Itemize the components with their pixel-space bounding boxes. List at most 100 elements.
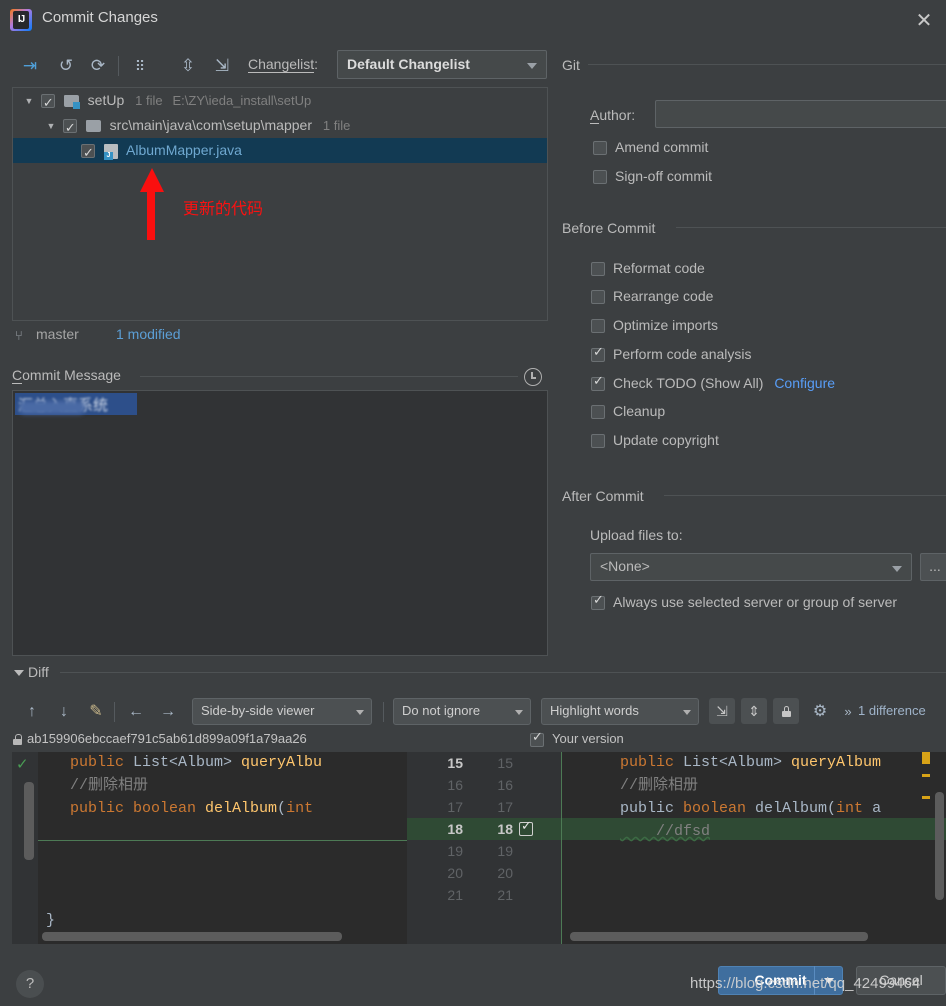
changelist-dropdown[interactable]: Default Changelist	[337, 50, 547, 79]
close-icon[interactable]: ✕	[910, 6, 938, 34]
browse-servers-button[interactable]: ...	[920, 553, 946, 581]
old-line-number: 18	[447, 821, 463, 837]
cleanup-checkbox[interactable]: Cleanup	[591, 403, 665, 425]
show-diff-icon[interactable]: ⇥	[16, 52, 44, 80]
checkbox-box[interactable]	[591, 434, 605, 449]
diff-line-number-gutter: 15 16 17 18 19 20 21 15 16 17 18 19 20 2…	[407, 752, 562, 944]
code-token: a	[872, 800, 882, 817]
checkbox-label: Cleanup	[613, 403, 666, 419]
more-options-icon[interactable]: »	[836, 700, 860, 724]
accept-right-icon[interactable]: →	[156, 700, 180, 724]
expand-twisty-icon[interactable]: ▼	[21, 89, 37, 114]
branch-label: master	[36, 326, 79, 342]
commit-message-input[interactable]: 汇总入直系统	[12, 390, 548, 656]
upload-server-dropdown[interactable]: <None>	[590, 553, 912, 581]
perform-code-analysis-checkbox[interactable]: Perform code analysis	[591, 344, 752, 368]
edit-source-icon[interactable]: ✎	[84, 700, 108, 724]
checkbox-box[interactable]	[591, 592, 605, 611]
code-token: public	[620, 754, 684, 771]
reformat-code-checkbox[interactable]: Reformat code	[591, 260, 705, 282]
revert-icon[interactable]: ↺	[52, 52, 80, 80]
checkbox-box[interactable]	[591, 344, 605, 363]
include-change-checkbox[interactable]: ✓	[519, 818, 533, 836]
update-copyright-checkbox[interactable]: Update copyright	[591, 432, 719, 454]
optimize-imports-checkbox[interactable]: Optimize imports	[591, 317, 718, 339]
always-use-server-checkbox[interactable]: Always use selected server or group of s…	[591, 592, 897, 616]
checkbox-box[interactable]	[530, 729, 544, 747]
code-token: int	[836, 800, 873, 817]
synchronize-scrolling-icon[interactable]: ⇕	[741, 698, 767, 724]
expand-all-icon[interactable]: ⇳	[174, 52, 202, 80]
table-row[interactable]: ▼ src\main\java\com\setup\mapper 1 file	[13, 113, 547, 140]
settings-gear-icon[interactable]: ⚙	[808, 700, 832, 724]
new-line-number: 18	[497, 821, 513, 837]
code-token: boolean	[683, 800, 756, 817]
watermark-label: https://blog.csdn.net/qq_42499464	[690, 975, 921, 992]
modified-count-label[interactable]: 1 modified	[116, 326, 181, 342]
history-clock-icon[interactable]	[524, 368, 542, 386]
configure-todo-link[interactable]: Configure	[774, 375, 835, 391]
intellij-idea-icon: IJ	[10, 9, 32, 31]
code-line: }	[46, 912, 56, 929]
checkbox-box[interactable]	[593, 141, 607, 156]
toolbar-separator	[118, 56, 119, 76]
checkbox-box[interactable]	[591, 373, 605, 392]
row-checkbox[interactable]	[40, 90, 55, 115]
next-difference-icon[interactable]: ↓	[52, 700, 76, 724]
diff-collapse-icon[interactable]	[14, 670, 24, 676]
code-token: int	[286, 800, 314, 817]
diff-pane-left[interactable]: ✓ public List<Album> queryAlbu //删除相册 pu…	[12, 752, 407, 944]
refresh-icon[interactable]: ⟳	[84, 52, 112, 80]
change-marker	[922, 752, 930, 764]
accepted-change-icon: ✓	[16, 756, 29, 773]
checkbox-box[interactable]	[593, 170, 607, 185]
changed-files-tree[interactable]: ▼ setUp 1 file E:\ZY\ieda_install\setUp …	[12, 87, 548, 321]
group-by-icon[interactable]: ⠿	[126, 52, 154, 80]
code-token: queryAlbum	[791, 754, 882, 771]
help-button[interactable]: ?	[16, 970, 44, 998]
section-divider	[588, 64, 946, 65]
commit-message-selection: 汇总入直系统	[15, 393, 137, 415]
check-todo-checkbox[interactable]: Check TODO (Show All) Configure	[591, 373, 835, 397]
checkbox-box[interactable]	[591, 319, 605, 334]
checkbox-box[interactable]	[591, 262, 605, 277]
previous-difference-icon[interactable]: ↑	[20, 700, 44, 724]
chevron-down-icon	[683, 710, 691, 715]
diff-section-title: Diff	[28, 664, 49, 680]
expand-twisty-icon[interactable]: ▼	[43, 114, 59, 139]
code-token: List<Album>	[133, 754, 242, 771]
accept-left-icon[interactable]: ←	[124, 700, 148, 724]
checkbox-box[interactable]	[591, 290, 605, 305]
old-line-number: 17	[447, 799, 463, 815]
read-only-lock-icon[interactable]	[773, 698, 799, 724]
file-tree-label: setUp	[87, 92, 125, 108]
highlight-mode-dropdown[interactable]: Highlight words	[541, 698, 699, 725]
table-row[interactable]: AlbumMapper.java	[13, 138, 547, 165]
vcs-status-row: ⑂ master 1 modified	[12, 325, 552, 347]
checkbox-box[interactable]	[591, 405, 605, 420]
horizontal-scrollbar[interactable]	[570, 932, 868, 941]
horizontal-scrollbar[interactable]	[42, 932, 342, 941]
toolbar-separator	[383, 702, 384, 722]
viewer-mode-dropdown[interactable]: Side-by-side viewer	[192, 698, 372, 725]
checkbox-label: Sign-off commit	[615, 168, 712, 184]
collapse-unchanged-icon[interactable]: ⇲	[709, 698, 735, 724]
upload-files-label: Upload files to:	[590, 527, 683, 543]
after-commit-section-title: After Commit	[562, 488, 644, 504]
row-checkbox[interactable]	[81, 140, 95, 165]
signoff-commit-checkbox[interactable]: Sign-off commit	[593, 168, 712, 190]
rearrange-code-checkbox[interactable]: Rearrange code	[591, 288, 713, 310]
ignore-mode-dropdown[interactable]: Do not ignore	[393, 698, 531, 725]
file-count: 1 file	[322, 118, 351, 133]
diff-pane-right[interactable]: public List<Album> queryAlbum //删除相册 pub…	[562, 752, 946, 944]
annotation-arrow-icon	[140, 168, 164, 240]
checkbox-label: Check TODO (Show All)	[613, 375, 764, 391]
author-field[interactable]	[655, 100, 946, 128]
vertical-scrollbar[interactable]	[935, 792, 944, 900]
amend-commit-checkbox[interactable]: Amend commit	[593, 139, 708, 161]
table-row[interactable]: ▼ setUp 1 file E:\ZY\ieda_install\setUp	[13, 88, 547, 115]
folder-icon	[85, 120, 101, 133]
row-checkbox[interactable]	[62, 115, 77, 140]
section-divider	[140, 376, 518, 377]
collapse-all-icon[interactable]: ⇲	[208, 52, 236, 80]
